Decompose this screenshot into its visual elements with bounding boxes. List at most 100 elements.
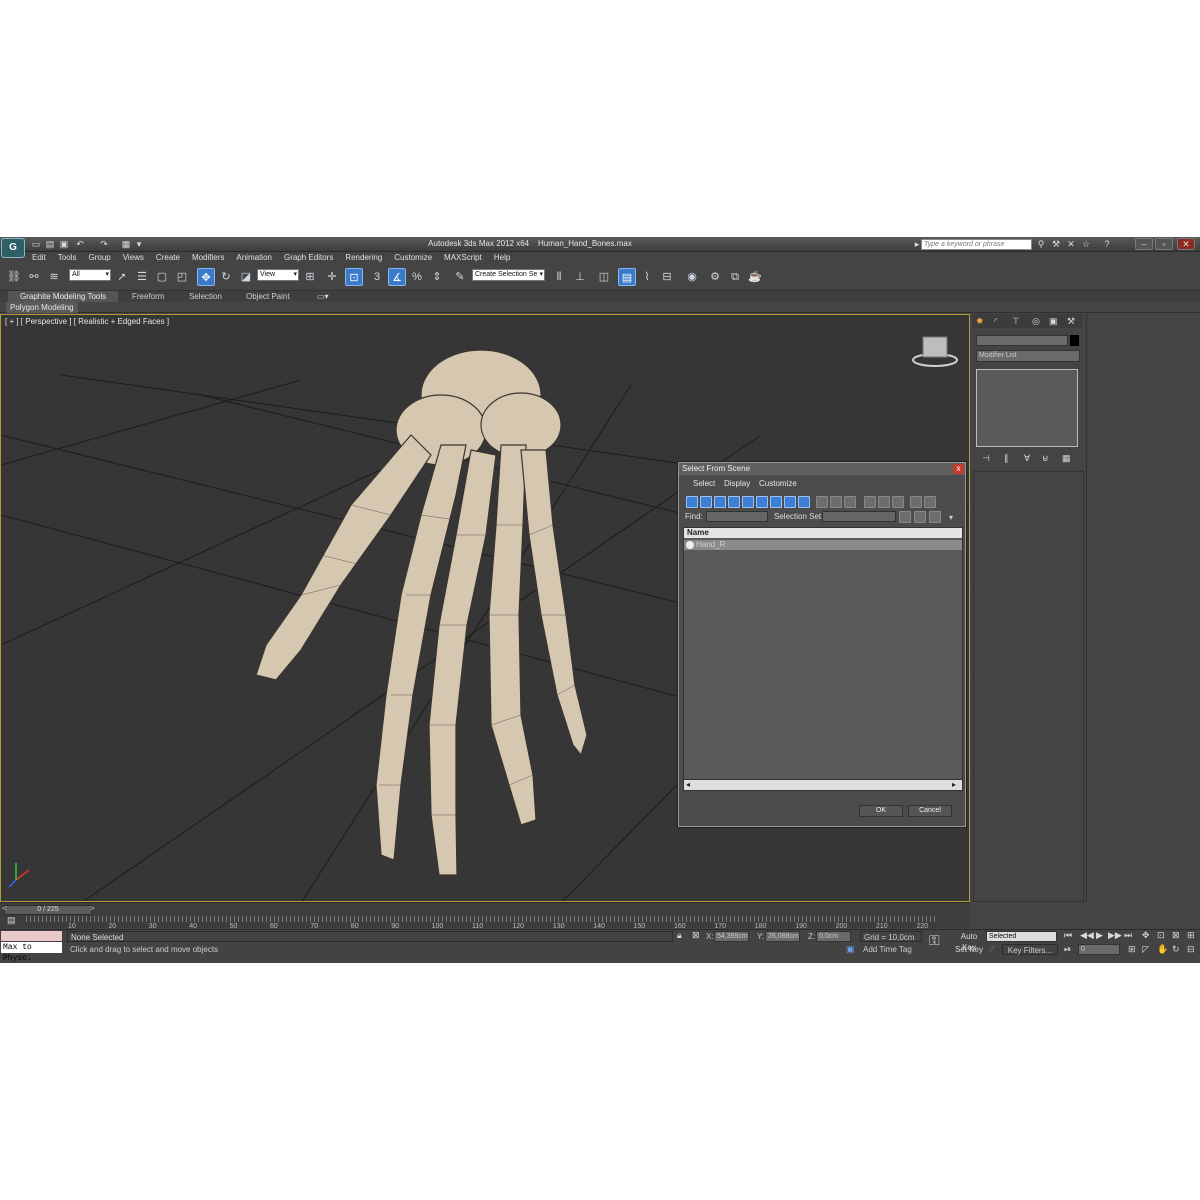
curve-editor-icon[interactable]: ⌇ — [638, 268, 656, 286]
rotate-icon[interactable]: ↻ — [217, 268, 235, 286]
z-coordinate-field[interactable]: 0,0cm — [816, 931, 851, 942]
menu-create[interactable]: Create — [150, 252, 186, 264]
menu-animation[interactable]: Animation — [230, 252, 278, 264]
named-selection-dropdown[interactable]: Create Selection Se — [472, 269, 545, 281]
zoom-all-icon[interactable]: ⊡ — [1157, 930, 1165, 941]
minimize-icon[interactable]: ‒ — [1135, 238, 1153, 250]
ok-button[interactable]: OK — [859, 805, 903, 817]
configure-sets-icon[interactable]: ▦ — [1062, 453, 1071, 464]
track-bar[interactable] — [26, 916, 938, 922]
make-unique-icon[interactable]: ∀ — [1024, 453, 1030, 464]
display-influences-icon[interactable] — [878, 496, 890, 508]
ribbon-options-icon[interactable]: ▭▾ — [305, 291, 341, 302]
mirror-icon[interactable]: ⫴ — [550, 268, 568, 286]
filter-cameras-icon[interactable] — [728, 496, 740, 508]
list-item[interactable]: Hand_R — [684, 540, 962, 550]
key-icon[interactable]: ⚿ — [929, 932, 940, 949]
pivot-center-icon[interactable]: ⊞ — [301, 268, 319, 286]
selection-filter-dropdown[interactable]: All — [69, 269, 111, 281]
current-frame-field[interactable]: 0 — [1078, 944, 1120, 955]
previous-frame-icon[interactable]: ◀◀ — [1080, 930, 1094, 941]
menu-tools[interactable]: Tools — [52, 252, 83, 264]
select-manipulate-icon[interactable]: ✛ — [323, 268, 341, 286]
x-coordinate-field[interactable]: 54,395cm — [714, 931, 749, 942]
key-mode-dropdown[interactable]: Selected — [986, 931, 1057, 942]
time-slider[interactable]: 0 / 225 — [4, 905, 92, 915]
filter-bones-icon[interactable] — [798, 496, 810, 508]
snaps-toggle-icon[interactable]: 3 — [368, 268, 386, 286]
hierarchy-tab-icon[interactable]: ⊤ — [1012, 316, 1020, 327]
select-none-icon[interactable] — [830, 496, 842, 508]
window-crossing-icon[interactable]: ◰ — [173, 268, 191, 286]
menu-help[interactable]: Help — [488, 252, 516, 264]
name-column-header[interactable]: Name — [684, 528, 962, 538]
selection-set-dropdown[interactable] — [822, 511, 896, 522]
menu-customize[interactable]: Customize — [388, 252, 438, 264]
utilities-tab-icon[interactable]: ⚒ — [1067, 316, 1075, 327]
select-all-icon[interactable] — [816, 496, 828, 508]
next-frame-icon[interactable]: > — [90, 904, 95, 913]
cancel-button[interactable]: Cancel — [908, 805, 952, 817]
find-input[interactable] — [706, 511, 768, 522]
filter-space-warps-icon[interactable] — [756, 496, 768, 508]
dialog-menu-display[interactable]: Display — [724, 479, 750, 488]
zoom-extents-all-icon[interactable]: ⊞ — [1187, 930, 1195, 941]
lock-selection-icon[interactable]: 🔒︎ — [677, 930, 682, 941]
modify-tab-icon[interactable]: ◜ — [994, 316, 998, 327]
maximize-viewport-icon[interactable]: ⊟ — [1187, 944, 1195, 955]
tab-object-paint[interactable]: Object Paint — [234, 291, 302, 302]
menu-rendering[interactable]: Rendering — [339, 252, 388, 264]
graphite-toggle-icon[interactable]: ▤ — [618, 268, 636, 286]
key-filters-button[interactable]: Key Filters... — [1002, 944, 1058, 955]
play-icon[interactable]: ▶ — [1096, 930, 1103, 941]
rendered-frame-icon[interactable]: ⧉ — [726, 268, 744, 286]
dialog-close-button[interactable]: x — [953, 464, 964, 474]
align-icon[interactable]: ⊥ — [571, 268, 589, 286]
select-invert-icon[interactable] — [844, 496, 856, 508]
filter-shapes-icon[interactable] — [700, 496, 712, 508]
prev-frame-icon[interactable]: < — [2, 904, 7, 913]
object-name-field[interactable] — [976, 335, 1068, 346]
angle-snap-icon[interactable]: ∡ — [388, 268, 406, 286]
zoom-icon[interactable]: ✥ — [1142, 930, 1150, 941]
layer-manager-icon[interactable]: ◫ — [595, 268, 613, 286]
field-of-view-icon[interactable]: ◸ — [1142, 944, 1149, 955]
display-children-icon[interactable] — [864, 496, 876, 508]
menu-group[interactable]: Group — [82, 252, 116, 264]
tab-selection[interactable]: Selection — [177, 291, 234, 302]
tab-graphite-modeling-tools[interactable]: Graphite Modeling Tools — [8, 291, 119, 302]
menu-views[interactable]: Views — [117, 252, 150, 264]
maxscript-mini-listener[interactable]: Max to Physc. — [1, 942, 62, 963]
select-by-name-icon[interactable]: ☰ — [133, 268, 151, 286]
filter-groups-icon[interactable] — [770, 496, 782, 508]
help-icon[interactable]: ? — [1102, 239, 1112, 249]
move-icon[interactable]: ✥ — [197, 268, 215, 286]
polygon-modeling-label[interactable]: Polygon Modeling — [6, 302, 78, 313]
motion-tab-icon[interactable]: ◎ — [1032, 316, 1040, 327]
bind-space-warp-icon[interactable]: ≋ — [45, 268, 63, 286]
filter-lights-icon[interactable] — [714, 496, 726, 508]
options-dropdown-icon[interactable]: ▾ — [949, 513, 953, 522]
orbit-icon[interactable]: ↻ — [1172, 944, 1180, 955]
filter-funnel-icon[interactable] — [910, 496, 922, 508]
link-icon[interactable]: ⛓ — [5, 268, 23, 286]
time-config-icon[interactable]: ⊞ — [1128, 944, 1136, 955]
filter-helpers-icon[interactable] — [742, 496, 754, 508]
filter-xrefs-icon[interactable] — [784, 496, 796, 508]
close-icon[interactable]: ✕ — [1177, 238, 1195, 250]
rectangular-region-icon[interactable]: ▢ — [153, 268, 171, 286]
menu-edit[interactable]: Edit — [26, 252, 52, 264]
display-tab-icon[interactable]: ▣ — [1049, 316, 1058, 327]
scroll-right-icon[interactable]: ▸ — [952, 780, 956, 790]
spinner-snap-icon[interactable]: ⇕ — [428, 268, 446, 286]
create-tab-icon[interactable]: ✹ — [976, 316, 984, 327]
set-key-button[interactable]: Set Key — [953, 944, 985, 955]
viewport-label[interactable]: [ + ] [ Perspective ] [ Realistic + Edge… — [5, 317, 169, 326]
remove-from-set-icon[interactable] — [929, 511, 941, 523]
modifier-list-dropdown[interactable]: Modifier List — [976, 350, 1080, 362]
auto-key-button[interactable]: Auto Key — [953, 931, 985, 952]
goto-end-icon[interactable]: ⏭ — [1124, 930, 1132, 941]
menu-graph-editors[interactable]: Graph Editors — [278, 252, 339, 264]
scroll-left-icon[interactable]: ◂ — [686, 780, 690, 790]
menu-modifiers[interactable]: Modifiers — [186, 252, 230, 264]
